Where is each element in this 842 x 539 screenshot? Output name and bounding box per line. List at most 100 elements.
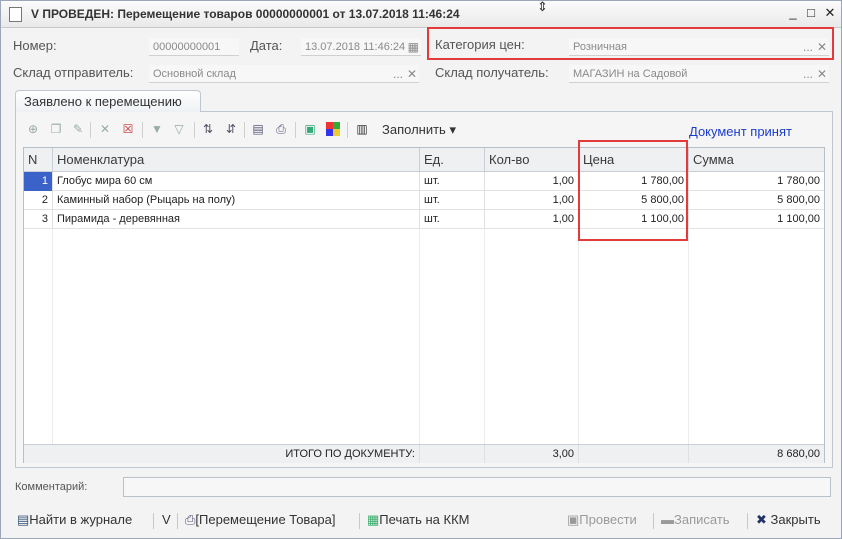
close-button[interactable]: ✖ Закрыть: [756, 512, 821, 528]
print-icon[interactable]: ⎙: [274, 122, 288, 136]
bottom-separator: [359, 513, 360, 529]
row-number[interactable]: 2: [24, 191, 53, 210]
toolbar-separator: [194, 122, 195, 138]
receiver-clear-button[interactable]: ✕: [817, 65, 827, 83]
edit-icon[interactable]: ✎: [71, 122, 85, 136]
properties-icon[interactable]: ▤: [251, 122, 265, 136]
comment-field[interactable]: [123, 477, 831, 497]
item-cell[interactable]: Каминный набор (Рыцарь на полу): [53, 191, 420, 210]
v-button[interactable]: V: [162, 512, 171, 527]
barcode-icon[interactable]: ▥: [355, 122, 369, 136]
unit-cell[interactable]: шт.: [420, 172, 485, 191]
column-header-unit[interactable]: Ед.: [420, 148, 485, 172]
post-label: Провести: [579, 512, 637, 527]
date-field[interactable]: 13.07.2018 11:46:24 ▦: [301, 38, 421, 56]
toolbar-separator: [347, 122, 348, 138]
table-footer: ИТОГО ПО ДОКУМЕНТУ: 3,00 8 680,00: [24, 444, 824, 463]
receiver-warehouse-label: Склад получатель:: [435, 65, 549, 80]
filter-off-icon[interactable]: ▽: [172, 122, 186, 136]
minimize-button[interactable]: _: [785, 5, 801, 21]
close-label: Закрыть: [770, 512, 821, 527]
column-header-item[interactable]: Номенклатура: [53, 148, 420, 172]
print-form-button[interactable]: ⎙[Перемещение Товара]: [185, 512, 336, 528]
tab-declared-for-transfer[interactable]: Заявлено к перемещению: [15, 90, 201, 112]
add-icon[interactable]: ⊕: [26, 122, 40, 136]
receiver-warehouse-value: МАГАЗИН на Садовой: [573, 68, 688, 80]
qty-cell[interactable]: 1,00: [485, 172, 579, 191]
qty-cell[interactable]: 1,00: [485, 191, 579, 210]
row-number[interactable]: 3: [24, 210, 53, 229]
cancel-icon[interactable]: ☒: [121, 122, 135, 136]
row-number[interactable]: 1: [24, 172, 53, 191]
colors-icon[interactable]: [326, 122, 340, 136]
find-in-journal-button[interactable]: ▤Найти в журнале: [17, 512, 132, 528]
total-price-empty: [579, 445, 689, 463]
journal-icon: ▤: [17, 512, 30, 527]
title-bar[interactable]: V ПРОВЕДЕН: Перемещение товаров 00000000…: [1, 0, 841, 28]
column-header-sum[interactable]: Сумма: [689, 148, 824, 172]
print-kkm-button[interactable]: ▦Печать на ККМ: [367, 512, 470, 528]
total-unit-empty: [420, 445, 485, 463]
table-row[interactable]: 1 Глобус мира 60 см шт. 1,00 1 780,00 1 …: [24, 172, 824, 191]
toolbar-separator: [244, 122, 245, 138]
toolbar-separator: [295, 122, 296, 138]
sender-select-button[interactable]: ...: [393, 65, 403, 83]
sum-cell[interactable]: 1 100,00: [689, 210, 824, 229]
column-header-n[interactable]: N: [24, 148, 53, 172]
sort-asc-icon[interactable]: ⇅: [201, 122, 215, 136]
print-kkm-label: Печать на ККМ: [379, 512, 470, 527]
resize-cursor-icon: ⇕: [537, 0, 548, 14]
qty-cell[interactable]: 1,00: [485, 210, 579, 229]
receiver-warehouse-field[interactable]: МАГАЗИН на Садовой ... ✕: [569, 65, 829, 83]
fill-button-label: Заполнить: [382, 122, 446, 137]
goods-table[interactable]: N Номенклатура Ед. Кол-во Цена Сумма 1 Г…: [23, 147, 825, 463]
total-sum: 8 680,00: [777, 448, 820, 460]
table-row[interactable]: 2 Каминный набор (Рыцарь на полу) шт. 1,…: [24, 191, 824, 210]
post-button[interactable]: ▣Провести: [567, 512, 637, 528]
maximize-button[interactable]: □: [803, 5, 819, 21]
column-divider: [52, 229, 53, 444]
highlight-box-price-column: [578, 140, 688, 241]
printer-icon: ⎙: [185, 512, 196, 527]
bottom-separator: [153, 513, 154, 529]
filter-icon[interactable]: ▼: [150, 122, 164, 136]
copy-icon[interactable]: ❐: [49, 122, 63, 136]
sender-clear-button[interactable]: ✕: [407, 65, 417, 83]
column-divider: [484, 229, 485, 444]
post-icon: ▣: [567, 512, 580, 527]
number-label: Номер:: [13, 38, 57, 53]
cash-register-icon: ▦: [367, 512, 380, 527]
save-icon: ▬: [661, 512, 674, 527]
bottom-separator: [653, 513, 654, 529]
calendar-icon[interactable]: ▦: [408, 38, 419, 56]
picture-icon[interactable]: ▣: [303, 122, 317, 136]
sort-desc-icon[interactable]: ⇵: [224, 122, 238, 136]
sender-warehouse-field[interactable]: Основной склад ... ✕: [149, 65, 419, 83]
total-qty: 3,00: [485, 445, 579, 463]
item-cell[interactable]: Глобус мира 60 см: [53, 172, 420, 191]
toolbar-separator: [142, 122, 143, 138]
table-row[interactable]: 3 Пирамида - деревянная шт. 1,00 1 100,0…: [24, 210, 824, 229]
document-accepted-link[interactable]: Документ принят: [689, 124, 792, 139]
save-button[interactable]: ▬Записать: [661, 512, 730, 527]
sum-cell[interactable]: 1 780,00: [689, 172, 824, 191]
toolbar-separator: [90, 122, 91, 138]
document-icon: [9, 7, 22, 22]
item-cell[interactable]: Пирамида - деревянная: [53, 210, 420, 229]
date-label: Дата:: [250, 38, 283, 53]
unit-cell[interactable]: шт.: [420, 210, 485, 229]
unit-cell[interactable]: шт.: [420, 191, 485, 210]
chevron-down-icon: ▾: [449, 122, 456, 137]
document-window: V ПРОВЕДЕН: Перемещение товаров 00000000…: [0, 0, 842, 539]
close-window-button[interactable]: ✕: [822, 5, 838, 21]
number-field[interactable]: 00000000001: [149, 38, 239, 56]
date-value: 13.07.2018 11:46:24: [305, 41, 406, 53]
column-header-qty[interactable]: Кол-во: [485, 148, 579, 172]
bottom-separator: [177, 513, 178, 529]
receiver-select-button[interactable]: ...: [803, 65, 813, 83]
fill-dropdown-button[interactable]: Заполнить ▾: [382, 122, 456, 138]
sender-warehouse-label: Склад отправитель:: [13, 65, 134, 80]
delete-icon[interactable]: ✕: [98, 122, 112, 136]
find-in-journal-label: Найти в журнале: [29, 512, 133, 527]
sum-cell[interactable]: 5 800,00: [689, 191, 824, 210]
